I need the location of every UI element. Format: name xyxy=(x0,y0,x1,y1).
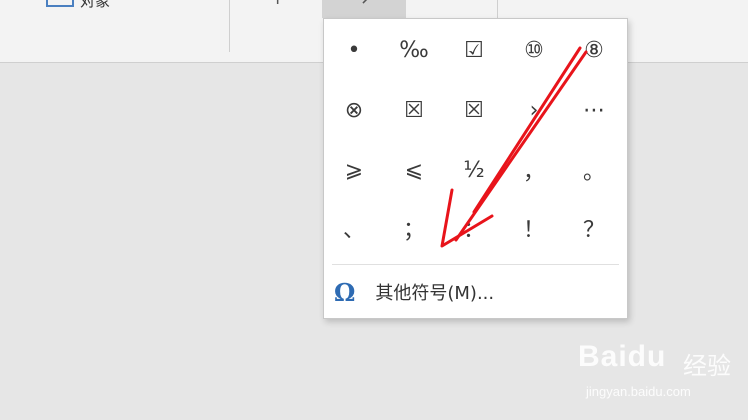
baidu-jingyan-watermark: Baidu 经验 jingyan.baidu.com xyxy=(578,340,738,410)
baidu-logo: Baidu xyxy=(578,340,667,373)
arrow-shaft-outline xyxy=(472,46,582,214)
watermark-url: jingyan.baidu.com xyxy=(586,384,691,399)
jingyan-label: 经验 xyxy=(683,352,731,380)
